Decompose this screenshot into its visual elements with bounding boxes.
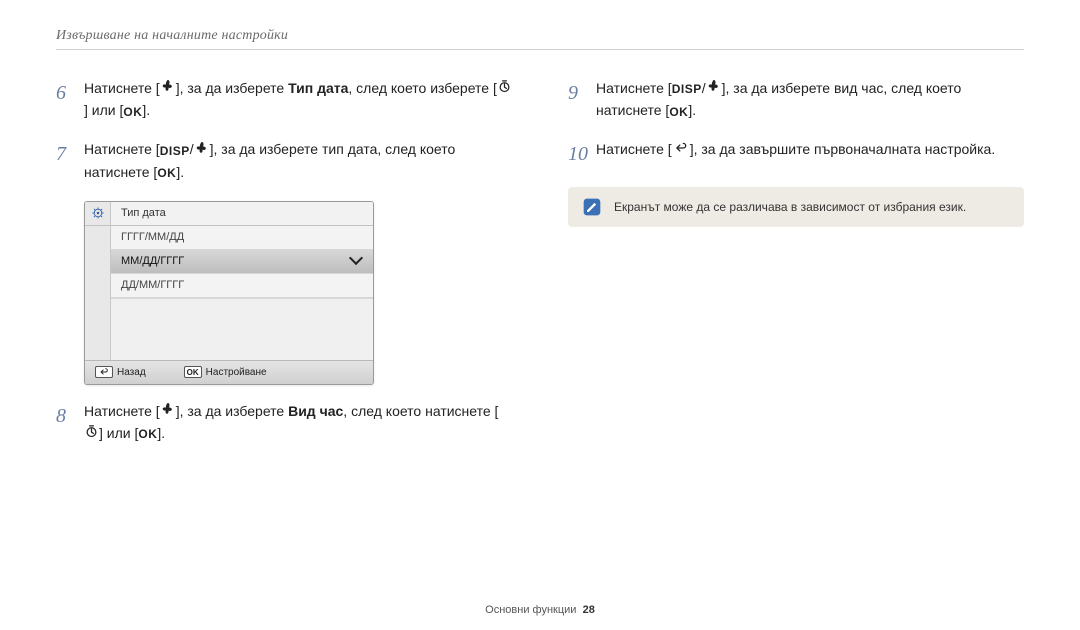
menu-title: Тип дата xyxy=(111,207,166,219)
text: ]. xyxy=(688,102,696,118)
left-column: 6 Натиснете [ ], за да изберете Тип дата,… xyxy=(56,78,512,463)
ok-icon: OK xyxy=(157,164,176,182)
info-note: Екранът може да се различава в зависимос… xyxy=(568,187,1024,227)
text: Натиснете [ xyxy=(596,80,672,96)
text: ] или [ xyxy=(99,425,138,441)
step-number: 7 xyxy=(56,139,84,169)
bold-label: Тип дата xyxy=(288,80,348,96)
page-footer: Основни функции 28 xyxy=(0,604,1080,616)
menu-option[interactable]: ГГГГ/ММ/ДД xyxy=(111,226,373,250)
macro-icon xyxy=(160,401,176,423)
disp-icon: DISP xyxy=(672,80,702,98)
menu-option-selected[interactable]: ММ/ДД/ГГГГ xyxy=(111,250,373,274)
right-column: 9 Натиснете [DISP/], за да изберете вид … xyxy=(568,78,1024,463)
header-divider xyxy=(56,49,1024,50)
step-number: 8 xyxy=(56,401,84,431)
manual-page: Извършване на началните настройки 6 Нати… xyxy=(0,0,1080,630)
text: ]. xyxy=(176,164,184,180)
step-7: 7 Натиснете [DISP/], за да изберете тип … xyxy=(56,139,512,182)
note-icon xyxy=(582,197,602,217)
text: ], за да изберете xyxy=(176,80,288,96)
ok-icon: OK xyxy=(669,103,688,121)
timer-icon xyxy=(84,424,99,445)
step-9: 9 Натиснете [DISP/], за да изберете вид … xyxy=(568,78,1024,121)
text: , след което натиснете [ xyxy=(343,403,498,419)
bold-label: Вид час xyxy=(288,403,343,419)
text: Натиснете [ xyxy=(84,141,160,157)
text: Натиснете [ xyxy=(84,403,160,419)
footer-set-label: Настройване xyxy=(206,367,267,378)
step-10: 10 Натиснете [ ], за да завършите първона… xyxy=(568,139,1024,169)
step-text: Натиснете [DISP/], за да изберете вид ча… xyxy=(596,78,1024,121)
step-8: 8 Натиснете [ ], за да изберете Вид час, … xyxy=(56,401,512,445)
text: ], за да изберете xyxy=(176,403,288,419)
text: Натиснете [ xyxy=(84,80,160,96)
text: ] или [ xyxy=(84,102,123,118)
step-number: 6 xyxy=(56,78,84,108)
return-icon xyxy=(672,140,690,161)
timer-icon xyxy=(497,79,512,100)
note-text: Екранът може да се различава в зависимос… xyxy=(614,200,966,214)
step-text: Натиснете [ ], за да изберете Тип дата, с… xyxy=(84,78,512,121)
gear-icon xyxy=(85,201,111,225)
footer-page-number: 28 xyxy=(583,604,595,616)
menu-side-strip xyxy=(85,226,111,360)
text: , след което изберете [ xyxy=(348,80,496,96)
macro-icon xyxy=(194,140,210,162)
text: ], за да завършите първоначалната настро… xyxy=(690,141,996,157)
step-text: Натиснете [ ], за да завършите първоначал… xyxy=(596,139,1024,161)
text: ]. xyxy=(157,425,165,441)
footer-back-label: Назад xyxy=(117,367,146,378)
menu-empty-space xyxy=(111,298,373,360)
menu-option[interactable]: ДД/ММ/ГГГГ xyxy=(111,274,373,298)
footer-set[interactable]: OK Настройване xyxy=(174,366,277,378)
footer-section: Основни функции xyxy=(485,604,576,616)
macro-icon xyxy=(706,78,722,100)
step-text: Натиснете [DISP/], за да изберете тип да… xyxy=(84,139,512,182)
step-6: 6 Натиснете [ ], за да изберете Тип дата,… xyxy=(56,78,512,121)
ok-icon: OK xyxy=(123,103,142,121)
step-number: 9 xyxy=(568,78,596,108)
menu-footer: Назад OK Настройване xyxy=(85,360,373,384)
disp-icon: DISP xyxy=(160,142,190,160)
footer-back[interactable]: Назад xyxy=(85,366,156,378)
menu-list: ГГГГ/ММ/ДД ММ/ДД/ГГГГ ДД/ММ/ГГГГ xyxy=(111,226,373,360)
menu-body: ГГГГ/ММ/ДД ММ/ДД/ГГГГ ДД/ММ/ГГГГ xyxy=(85,226,373,360)
ok-icon: OK xyxy=(138,425,157,443)
step-number: 10 xyxy=(568,139,596,169)
page-header: Извършване на началните настройки xyxy=(56,28,1024,44)
back-key-icon xyxy=(95,366,113,378)
text: ]. xyxy=(142,102,150,118)
content-columns: 6 Натиснете [ ], за да изберете Тип дата,… xyxy=(56,78,1024,463)
menu-header: Тип дата xyxy=(85,202,373,226)
macro-icon xyxy=(160,78,176,100)
ok-key-icon: OK xyxy=(184,366,202,378)
camera-menu: Тип дата ГГГГ/ММ/ДД ММ/ДД/ГГГГ ДД/ММ/ГГГ… xyxy=(84,201,374,385)
step-text: Натиснете [ ], за да изберете Вид час, сл… xyxy=(84,401,512,445)
text: Натиснете [ xyxy=(596,141,672,157)
